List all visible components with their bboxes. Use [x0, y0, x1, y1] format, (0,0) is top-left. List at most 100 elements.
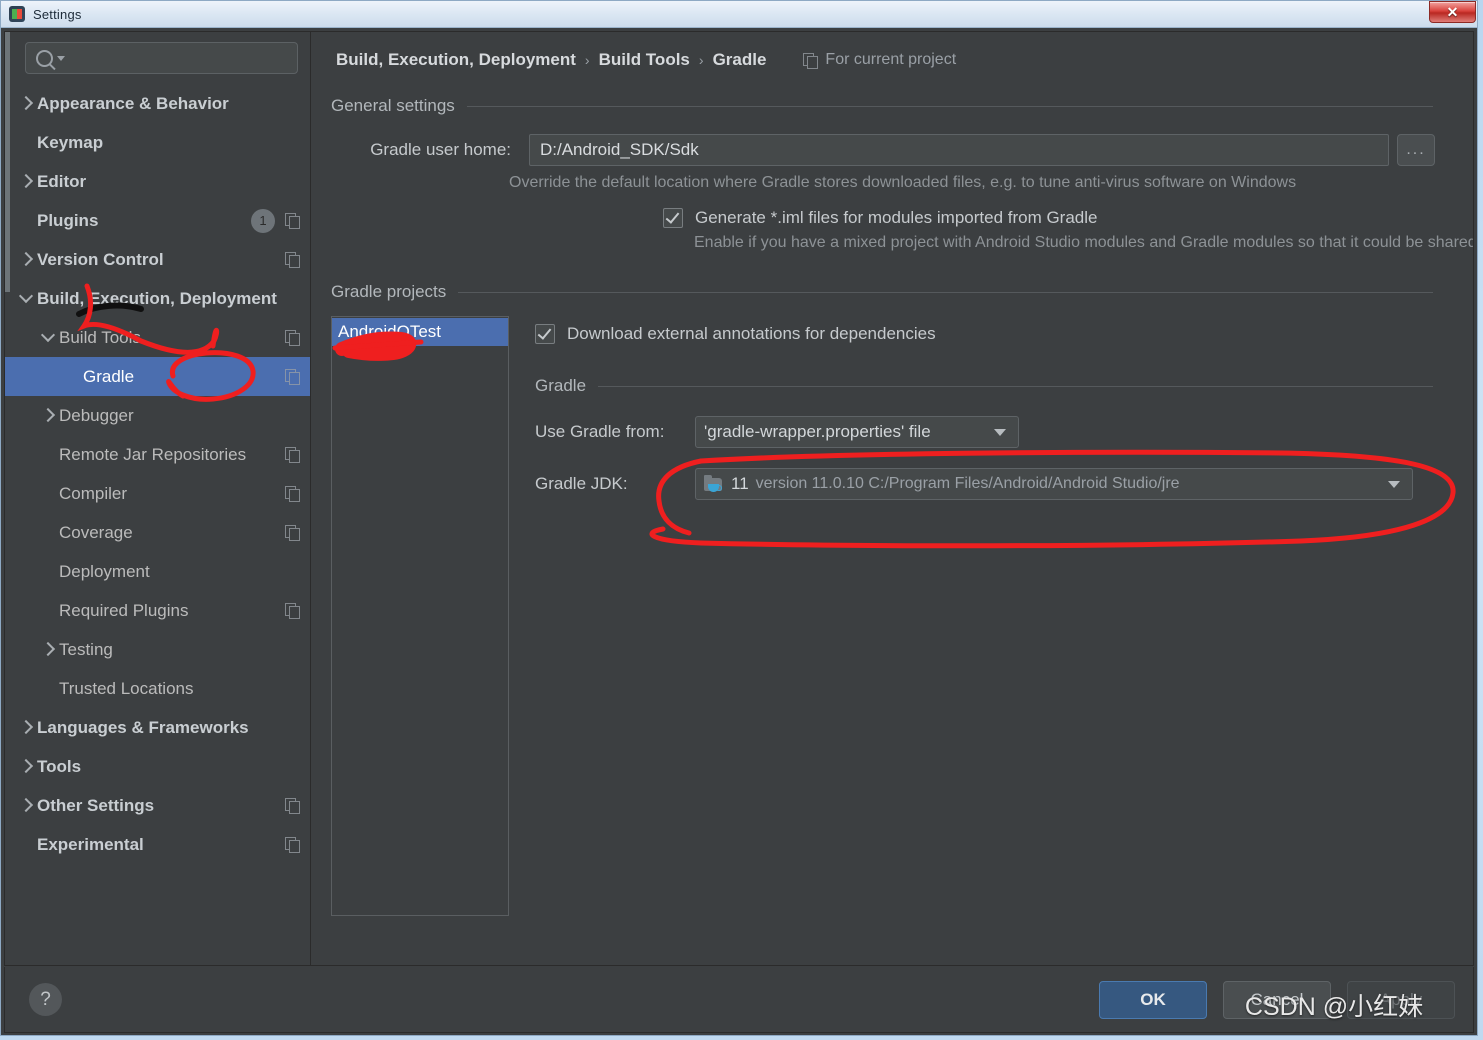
- copy-icon: [285, 252, 300, 268]
- use-gradle-from-value: 'gradle-wrapper.properties' file: [704, 422, 931, 441]
- sidebar-item-build-tools[interactable]: Build Tools: [5, 318, 310, 357]
- sidebar-item-remote-jar-repositories[interactable]: Remote Jar Repositories: [5, 435, 310, 474]
- copy-icon: [285, 369, 300, 385]
- sidebar-item-debugger[interactable]: Debugger: [5, 396, 310, 435]
- sidebar-item-compiler[interactable]: Compiler: [5, 474, 310, 513]
- gradle-sub-section-header: Gradle: [535, 376, 1433, 396]
- breadcrumb-separator-icon: ›: [698, 52, 704, 68]
- generate-iml-label: Generate *.iml files for modules importe…: [695, 208, 1098, 227]
- sidebar-item-label: Languages & Frameworks: [37, 717, 249, 737]
- for-current-project-label: For current project: [799, 51, 956, 69]
- sidebar-item-label: Build Tools: [59, 327, 141, 347]
- sidebar-item-version-control[interactable]: Version Control: [5, 240, 310, 279]
- gradle-user-home-row: Gradle user home: D:/Android_SDK/Sdk ...: [311, 134, 1473, 166]
- chevron-down-icon: [994, 428, 1006, 436]
- chevron-right-icon: [15, 797, 37, 813]
- sidebar-item-plugins[interactable]: Plugins 1: [5, 201, 310, 240]
- gradle-user-home-input[interactable]: D:/Android_SDK/Sdk: [529, 134, 1389, 166]
- generate-iml-row[interactable]: Generate *.iml files for modules importe…: [311, 208, 1473, 228]
- sidebar-item-label: Other Settings: [37, 795, 155, 815]
- settings-dialog: Settings ✕ Appearance & Behavior Keymap Ed…: [0, 0, 1478, 1036]
- sidebar-item-label: Compiler: [59, 483, 128, 503]
- copy-icon: [285, 837, 300, 853]
- project-list[interactable]: AndroidQTest: [331, 316, 509, 916]
- sidebar-item-label: Testing: [59, 639, 113, 659]
- search-input[interactable]: [25, 42, 298, 74]
- sidebar-item-coverage[interactable]: Coverage: [5, 513, 310, 552]
- chevron-right-icon: [37, 407, 59, 423]
- breadcrumb-part-2[interactable]: Build Tools: [599, 50, 690, 70]
- help-button[interactable]: ?: [29, 983, 62, 1016]
- settings-sidebar: Appearance & Behavior Keymap Editor Plugins…: [5, 32, 311, 965]
- download-annotations-checkbox[interactable]: [535, 324, 555, 344]
- settings-content: Build, Execution, Deployment › Build Too…: [311, 32, 1473, 965]
- sidebar-item-trusted-locations[interactable]: Trusted Locations: [5, 669, 310, 708]
- copy-icon: [285, 603, 300, 619]
- sidebar-item-languages-frameworks[interactable]: Languages & Frameworks: [5, 708, 310, 747]
- breadcrumb: Build, Execution, Deployment › Build Too…: [311, 32, 1473, 70]
- copy-icon: [803, 52, 819, 69]
- sidebar-item-deployment[interactable]: Deployment: [5, 552, 310, 591]
- chevron-right-icon: [15, 95, 37, 111]
- gradle-projects-title: Gradle projects: [331, 282, 447, 301]
- sidebar-item-other-settings[interactable]: Other Settings: [5, 786, 310, 825]
- gradle-jdk-detail: version 11.0.10 C:/Program Files/Android…: [755, 475, 1180, 492]
- breadcrumb-part-1[interactable]: Build, Execution, Deployment: [336, 50, 576, 70]
- sidebar-item-build-execution-deployment[interactable]: Build, Execution, Deployment: [5, 279, 310, 318]
- search-icon: [36, 49, 53, 67]
- use-gradle-from-dropdown[interactable]: 'gradle-wrapper.properties' file: [695, 416, 1019, 448]
- chevron-down-icon: [1388, 480, 1400, 488]
- copy-icon: [285, 447, 300, 463]
- sidebar-item-label: Debugger: [59, 405, 134, 425]
- sidebar-item-label: Version Control: [37, 249, 164, 269]
- sidebar-item-editor[interactable]: Editor: [5, 162, 310, 201]
- sidebar-item-testing[interactable]: Testing: [5, 630, 310, 669]
- android-studio-icon: [9, 6, 25, 22]
- sidebar-item-label: Keymap: [37, 132, 104, 152]
- title-bar: Settings ✕: [1, 1, 1477, 28]
- download-annotations-label: Download external annotations for depend…: [567, 324, 936, 343]
- chevron-down-icon: [15, 288, 37, 306]
- gradle-projects-section-header: Gradle projects: [331, 282, 1433, 302]
- close-icon[interactable]: ✕: [1429, 1, 1476, 23]
- section-divider: [466, 105, 1433, 107]
- gradle-jdk-dropdown[interactable]: 11 version 11.0.10 C:/Program Files/Andr…: [695, 468, 1413, 500]
- copy-icon: [285, 330, 300, 346]
- gradle-user-home-label: Gradle user home:: [370, 140, 511, 159]
- general-settings-title: General settings: [331, 96, 455, 115]
- chevron-right-icon: [15, 719, 37, 735]
- sidebar-item-experimental[interactable]: Experimental: [5, 825, 310, 864]
- sidebar-item-label: Appearance & Behavior: [37, 93, 229, 113]
- list-item[interactable]: AndroidQTest: [332, 318, 508, 346]
- gradle-sub-section-title: Gradle: [535, 376, 587, 395]
- ok-button[interactable]: OK: [1099, 980, 1207, 1019]
- generate-iml-hint: Enable if you have a mixed project with …: [694, 234, 1473, 251]
- generate-iml-checkbox[interactable]: [663, 208, 683, 228]
- use-gradle-from-row: Use Gradle from: 'gradle-wrapper.propert…: [535, 416, 1433, 448]
- sidebar-item-appearance-behavior[interactable]: Appearance & Behavior: [5, 84, 310, 123]
- sidebar-item-tools[interactable]: Tools: [5, 747, 310, 786]
- copy-icon: [285, 213, 300, 229]
- jdk-folder-icon: [704, 474, 724, 493]
- breadcrumb-part-3[interactable]: Gradle: [713, 50, 767, 70]
- section-divider: [458, 291, 1433, 293]
- sidebar-item-label: Required Plugins: [59, 600, 189, 620]
- browse-button[interactable]: ...: [1397, 134, 1435, 166]
- sidebar-item-required-plugins[interactable]: Required Plugins: [5, 591, 310, 630]
- sidebar-item-label: Plugins: [37, 210, 99, 230]
- sidebar-item-label: Experimental: [37, 834, 144, 854]
- section-divider: [598, 385, 1433, 387]
- sidebar-item-label: Deployment: [59, 561, 150, 581]
- sidebar-item-label: Build, Execution, Deployment: [37, 288, 277, 308]
- copy-icon: [285, 486, 300, 502]
- download-annotations-row[interactable]: Download external annotations for depend…: [535, 316, 1433, 344]
- gradle-jdk-version: 11: [731, 474, 749, 493]
- sidebar-item-label: Trusted Locations: [59, 678, 194, 698]
- sidebar-item-keymap[interactable]: Keymap: [5, 123, 310, 162]
- settings-tree: Appearance & Behavior Keymap Editor Plugins…: [5, 80, 310, 965]
- watermark: CSDN @小红妹: [1244, 993, 1424, 1021]
- sidebar-item-gradle[interactable]: Gradle: [5, 357, 310, 396]
- sidebar-item-label: Remote Jar Repositories: [59, 444, 247, 464]
- gradle-projects-area: AndroidQTest Download external annotatio…: [311, 316, 1473, 916]
- copy-icon: [285, 525, 300, 541]
